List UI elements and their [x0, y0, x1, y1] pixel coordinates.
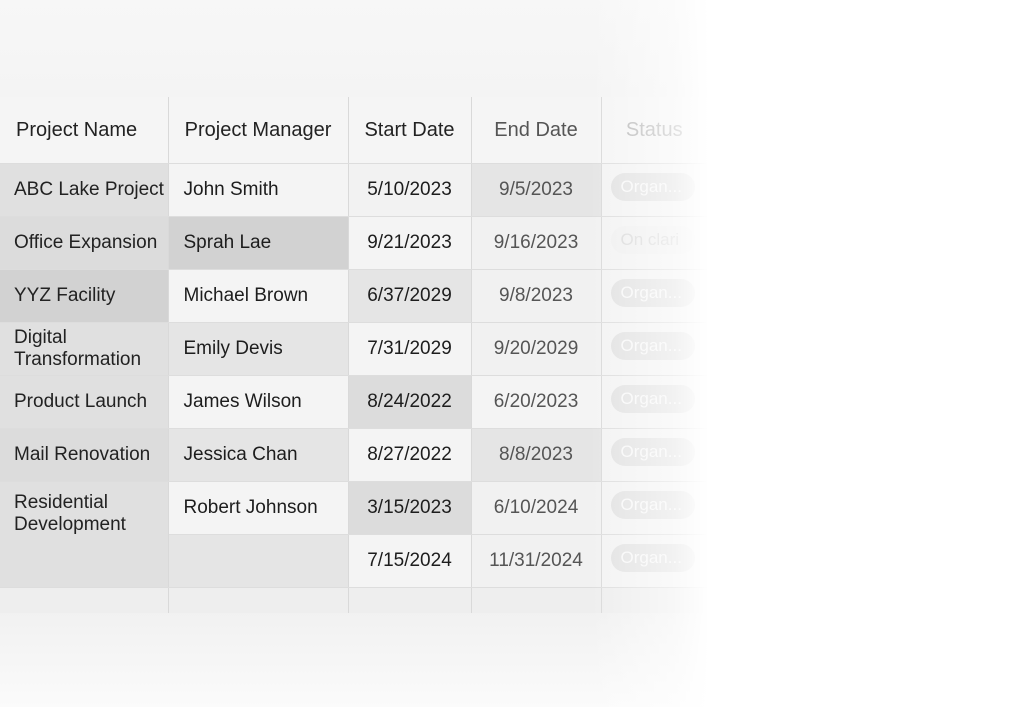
- table-row[interactable]: Product Launch James Wilson 8/24/2022 6/…: [0, 375, 707, 429]
- cell-project-manager: Sprah Lae: [168, 216, 349, 270]
- cell-end-date: 6/10/2024: [471, 481, 602, 535]
- cell-end-date: 11/31/2024: [471, 534, 602, 588]
- cell-status: On clari: [601, 216, 707, 270]
- cell-status: Organ...: [601, 375, 707, 429]
- status-badge[interactable]: Organ...: [610, 173, 695, 201]
- cell-project-manager: [168, 534, 349, 588]
- status-badge[interactable]: On clari: [610, 226, 695, 254]
- status-badge[interactable]: Organ...: [610, 438, 695, 466]
- projects-table-container: Project Name Project Manager Start Date …: [0, 97, 707, 613]
- status-badge[interactable]: Organ...: [610, 491, 695, 519]
- cell-status: Organ...: [601, 481, 707, 535]
- status-badge[interactable]: Organ...: [610, 385, 695, 413]
- column-header-start-date[interactable]: Start Date: [348, 97, 472, 164]
- status-badge[interactable]: Organ...: [610, 279, 695, 307]
- cell-start-date: 3/15/2023: [348, 481, 472, 535]
- cell-project-name: Product Launch: [0, 375, 169, 429]
- page-bottom-background: [0, 612, 707, 707]
- cell-start-date: 8/24/2022: [348, 375, 472, 429]
- empty-cell: [0, 587, 169, 613]
- cell-project-manager: James Wilson: [168, 375, 349, 429]
- projects-table: Project Name Project Manager Start Date …: [0, 97, 707, 613]
- status-badge[interactable]: Organ...: [610, 332, 695, 360]
- cell-project-name: Mail Renovation: [0, 428, 169, 482]
- cell-project-manager: Robert Johnson: [168, 481, 349, 535]
- cell-project-name: YYZ Facility: [0, 269, 169, 323]
- table-row[interactable]: Mail Renovation Jessica Chan 8/27/2022 8…: [0, 428, 707, 482]
- cell-status: Organ...: [601, 269, 707, 323]
- cell-end-date: 9/20/2029: [471, 322, 602, 376]
- table-header-row: Project Name Project Manager Start Date …: [0, 97, 707, 164]
- cell-status: Organ...: [601, 322, 707, 376]
- cell-end-date: 9/8/2023: [471, 269, 602, 323]
- column-header-end-date[interactable]: End Date: [471, 97, 602, 164]
- cell-project-manager: Emily Devis: [168, 322, 349, 376]
- table-row[interactable]: Residential Development Robert Johnson 3…: [0, 481, 707, 588]
- cell-start-date: 6/37/2029: [348, 269, 472, 323]
- cell-start-date: 5/10/2023: [348, 163, 472, 217]
- cell-project-name: ABC Lake Project: [0, 163, 169, 217]
- cell-start-date: 7/31/2029: [348, 322, 472, 376]
- page-top-background: [0, 0, 707, 97]
- cell-end-date: 6/20/2023: [471, 375, 602, 429]
- column-header-status[interactable]: Status: [601, 97, 707, 164]
- column-header-project-name[interactable]: Project Name: [0, 97, 169, 164]
- cell-start-date: 8/27/2022: [348, 428, 472, 482]
- empty-cell: [601, 587, 707, 613]
- cell-project-manager: Jessica Chan: [168, 428, 349, 482]
- cell-status: Organ...: [601, 534, 707, 588]
- cell-start-date: 7/15/2024: [348, 534, 472, 588]
- table-row[interactable]: ABC Lake Project John Smith 5/10/2023 9/…: [0, 163, 707, 217]
- cell-project-manager: Michael Brown: [168, 269, 349, 323]
- table-row[interactable]: Office Expansion Sprah Lae 9/21/2023 9/1…: [0, 216, 707, 270]
- cell-project-name: Residential Development: [0, 481, 169, 588]
- cell-project-name: Office Expansion: [0, 216, 169, 270]
- cell-status: Organ...: [601, 428, 707, 482]
- cell-end-date: 8/8/2023: [471, 428, 602, 482]
- cell-project-name: Digital Transformation: [0, 322, 169, 376]
- cell-end-date: 9/16/2023: [471, 216, 602, 270]
- status-badge[interactable]: Organ...: [610, 544, 695, 572]
- table-row[interactable]: Digital Transformation Emily Devis 7/31/…: [0, 322, 707, 376]
- empty-row: [0, 587, 707, 613]
- empty-cell: [168, 587, 349, 613]
- cell-start-date: 9/21/2023: [348, 216, 472, 270]
- cell-status: Organ...: [601, 163, 707, 217]
- cell-end-date: 9/5/2023: [471, 163, 602, 217]
- column-header-project-manager[interactable]: Project Manager: [168, 97, 349, 164]
- table-row[interactable]: YYZ Facility Michael Brown 6/37/2029 9/8…: [0, 269, 707, 323]
- empty-cell: [348, 587, 472, 613]
- cell-project-manager: John Smith: [168, 163, 349, 217]
- empty-cell: [471, 587, 602, 613]
